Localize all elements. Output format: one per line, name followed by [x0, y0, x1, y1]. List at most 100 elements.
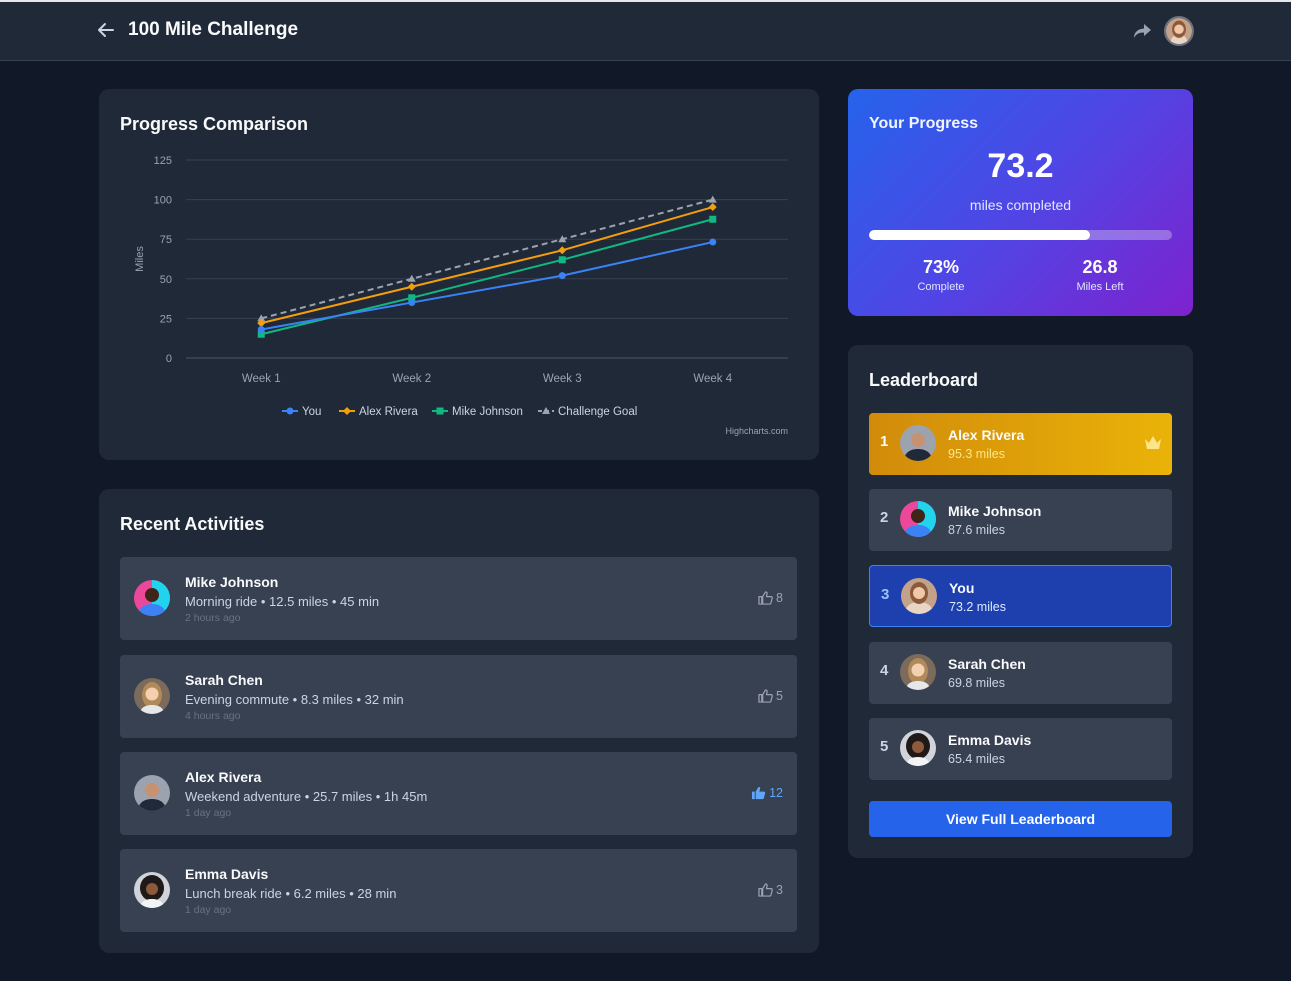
leaderboard-row[interactable]: 2 Mike Johnson 87.6 miles	[869, 489, 1172, 551]
leader-name: Emma Davis	[948, 732, 1032, 748]
activity-item: Sarah Chen Evening commute • 8.3 miles •…	[120, 655, 797, 738]
x-tick-label: Week 3	[543, 373, 582, 385]
user-avatar[interactable]	[1164, 16, 1194, 46]
leader-name: Mike Johnson	[948, 503, 1042, 519]
like-button-liked[interactable]: 12	[751, 786, 783, 800]
view-full-leaderboard-button[interactable]: View Full Leaderboard	[869, 801, 1172, 837]
miles-left-label: Miles Left	[1076, 281, 1124, 293]
leader-miles: 69.8 miles	[948, 676, 1005, 690]
leaderboard-row[interactable]: 1 Alex Rivera 95.3 miles	[869, 413, 1172, 475]
percent-complete-value: 73%	[922, 257, 960, 277]
activity-user-name: Alex Rivera	[185, 769, 262, 785]
data-point	[708, 203, 717, 212]
progress-bar	[869, 230, 1172, 240]
back-arrow-icon[interactable]	[96, 20, 116, 40]
your-progress-card: Your Progress 73.2 miles completed 73% C…	[848, 89, 1193, 316]
chart-credit: Highcharts.com	[725, 426, 788, 436]
activity-detail: Lunch break ride • 6.2 miles • 28 min	[185, 886, 397, 901]
thumbs-up-icon	[758, 591, 773, 605]
activities-title: Recent Activities	[120, 514, 265, 534]
series-line	[261, 241, 713, 331]
leaderboard-row[interactable]: 4 Sarah Chen 69.8 miles	[869, 642, 1172, 704]
data-point	[408, 299, 416, 307]
activity-time: 1 day ago	[185, 904, 232, 916]
progress-comparison-card: Progress Comparison 125 100 75 50 25 0 Miles We…	[99, 89, 819, 460]
data-point	[257, 325, 265, 333]
recent-activities-card: Recent Activities Mike Johnson Morning r…	[99, 489, 819, 953]
rank-number: 2	[880, 509, 889, 526]
leader-miles: 73.2 miles	[949, 600, 1006, 614]
leader-name: Alex Rivera	[948, 427, 1025, 443]
activity-detail: Weekend adventure • 25.7 miles • 1h 45m	[185, 789, 428, 804]
data-point	[558, 246, 567, 255]
activity-user-name: Sarah Chen	[185, 672, 263, 688]
rank-number: 1	[880, 433, 889, 450]
leader-miles: 95.3 miles	[948, 447, 1005, 461]
rank-number: 3	[881, 586, 890, 603]
miles-left-value: 26.8	[1082, 257, 1118, 277]
leaderboard-row[interactable]: 5 Emma Davis 65.4 miles	[869, 718, 1172, 780]
like-count: 12	[769, 786, 783, 800]
like-count: 3	[776, 883, 783, 897]
avatar	[134, 775, 170, 811]
x-tick-label: Week 2	[392, 373, 431, 385]
avatar	[134, 872, 170, 908]
thumbs-up-icon	[758, 883, 773, 897]
leaderboard-row-you[interactable]: 3 You 73.2 miles	[869, 565, 1172, 627]
activity-user-name: Emma Davis	[185, 866, 269, 882]
thumbs-up-filled-icon	[752, 786, 766, 800]
leaderboard-title: Leaderboard	[869, 370, 979, 390]
progress-chart: 125 100 75 50 25 0 Miles Week 1 Week 2 Week 3 Week…	[134, 155, 788, 436]
data-point	[558, 272, 566, 280]
leader-name: You	[949, 580, 975, 596]
percent-complete-label: Complete	[917, 281, 965, 293]
avatar	[900, 425, 936, 461]
crown-icon	[1145, 436, 1161, 449]
series-line	[260, 198, 714, 320]
activity-detail: Evening commute • 8.3 miles • 32 min	[185, 692, 404, 707]
avatar	[134, 678, 170, 714]
series-line	[261, 206, 714, 325]
page-title: 100 Mile Challenge	[128, 19, 299, 40]
avatar	[900, 730, 936, 766]
leader-miles: 87.6 miles	[948, 523, 1005, 537]
activity-detail: Morning ride • 12.5 miles • 45 min	[185, 594, 380, 609]
leader-name: Sarah Chen	[948, 656, 1026, 672]
y-axis-title: Miles	[134, 246, 146, 272]
legend-label: You	[302, 406, 321, 418]
activity-time: 4 hours ago	[185, 710, 241, 722]
y-tick-label: 75	[160, 234, 172, 246]
activity-item: Alex Rivera Weekend adventure • 25.7 mil…	[120, 752, 797, 835]
avatar	[134, 580, 170, 616]
data-point	[709, 238, 717, 246]
like-button[interactable]: 3	[758, 883, 783, 897]
activity-time: 2 hours ago	[185, 612, 241, 624]
miles-left-stat: 26.8 Miles Left	[1030, 257, 1170, 293]
rank-number: 4	[880, 662, 889, 679]
rank-number: 5	[880, 738, 889, 755]
avatar	[900, 654, 936, 690]
y-tick-label: 50	[160, 274, 172, 286]
like-count: 5	[776, 689, 783, 703]
data-point	[407, 274, 416, 282]
data-point	[407, 282, 416, 291]
percent-complete-stat: 73% Complete	[871, 257, 1011, 293]
miles-completed-value: 73.2	[987, 147, 1054, 185]
share-icon[interactable]	[1132, 22, 1152, 40]
data-point	[558, 256, 566, 264]
legend-label: Challenge Goal	[558, 406, 637, 418]
thumbs-up-icon	[758, 689, 773, 703]
activity-time: 1 day ago	[185, 807, 232, 819]
like-button[interactable]: 8	[758, 591, 783, 605]
legend-label: Alex Rivera	[359, 406, 418, 418]
data-point	[436, 407, 444, 415]
leaderboard-card: Leaderboard 1 Alex Rivera 95.3 miles 2 M…	[848, 345, 1193, 858]
legend-label: Mike Johnson	[452, 406, 523, 418]
x-tick-label: Week 1	[242, 373, 281, 385]
like-button[interactable]: 5	[758, 689, 783, 703]
activity-item: Emma Davis Lunch break ride • 6.2 miles …	[120, 849, 797, 932]
y-tick-label: 0	[166, 353, 172, 365]
y-tick-label: 100	[154, 195, 172, 207]
y-tick-label: 25	[160, 313, 172, 325]
avatar	[901, 578, 937, 614]
